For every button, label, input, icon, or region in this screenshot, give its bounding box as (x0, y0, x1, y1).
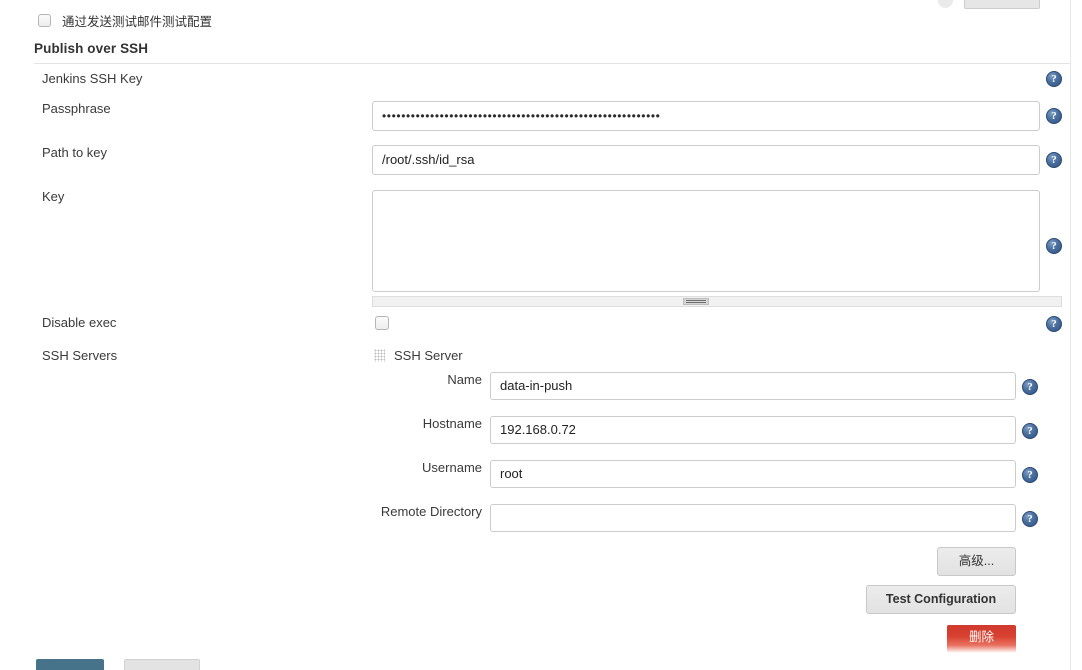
label-passphrase: Passphrase (42, 101, 111, 116)
drag-handle-icon[interactable] (374, 349, 385, 362)
test-mail-label: 通过发送测试邮件测试配置 (62, 11, 212, 30)
label-ssh-remote-directory: Remote Directory (344, 504, 482, 519)
test-mail-checkbox[interactable] (38, 14, 51, 27)
disable-exec-checkbox[interactable] (375, 316, 389, 330)
help-icon-ssh-username[interactable]: ? (1022, 467, 1038, 483)
ssh-name-input[interactable]: data-in-push (490, 372, 1016, 400)
save-button[interactable] (36, 659, 104, 670)
test-mail-row: 通过发送测试邮件测试配置 (0, 11, 212, 30)
apply-button[interactable] (124, 659, 200, 670)
ssh-remote-directory-input[interactable] (490, 504, 1016, 532)
help-icon-disable-exec[interactable]: ? (1046, 316, 1062, 332)
ssh-username-input[interactable]: root (490, 460, 1016, 488)
label-ssh-servers: SSH Servers (42, 348, 117, 363)
label-jenkins-ssh-key: Jenkins SSH Key (42, 71, 142, 86)
label-ssh-username: Username (386, 460, 482, 475)
publish-over-ssh-config-page: 通过发送测试邮件测试配置 Publish over SSH Jenkins SS… (0, 0, 1082, 670)
advanced-button[interactable]: 高级... (937, 547, 1016, 576)
key-textarea[interactable] (372, 190, 1040, 292)
path-to-key-input[interactable]: /root/.ssh/id_rsa (372, 145, 1040, 175)
label-disable-exec: Disable exec (42, 315, 116, 330)
delete-button[interactable]: 删除 (947, 625, 1016, 653)
label-key: Key (42, 189, 64, 204)
passphrase-input[interactable]: ••••••••••••••••••••••••••••••••••••••••… (372, 101, 1040, 131)
help-icon-ssh-hostname[interactable]: ? (1022, 423, 1038, 439)
scrollbar-thumb[interactable] (683, 298, 709, 305)
horizontal-scrollbar[interactable] (372, 296, 1062, 307)
label-path-to-key: Path to key (42, 145, 107, 160)
ssh-hostname-input[interactable]: 192.168.0.72 (490, 416, 1016, 444)
label-ssh-hostname: Hostname (386, 416, 482, 431)
section-divider (34, 63, 1070, 64)
help-icon-jenkins-ssh-key[interactable]: ? (1046, 71, 1062, 87)
help-icon-path-to-key[interactable]: ? (1046, 152, 1062, 168)
help-icon-ssh-remote-directory[interactable]: ? (1022, 511, 1038, 527)
ssh-server-title: SSH Server (394, 348, 463, 363)
partial-help-icon-top[interactable] (938, 0, 953, 8)
help-icon-key[interactable]: ? (1046, 238, 1062, 254)
help-icon-passphrase[interactable]: ? (1046, 108, 1062, 124)
help-icon-ssh-name[interactable]: ? (1022, 379, 1038, 395)
partial-button-top[interactable] (964, 0, 1040, 9)
ssh-server-header: SSH Server (374, 348, 463, 363)
section-title: Publish over SSH (34, 41, 148, 56)
test-configuration-button[interactable]: Test Configuration (866, 585, 1016, 614)
label-ssh-name: Name (386, 372, 482, 387)
page-right-border (1070, 0, 1071, 670)
